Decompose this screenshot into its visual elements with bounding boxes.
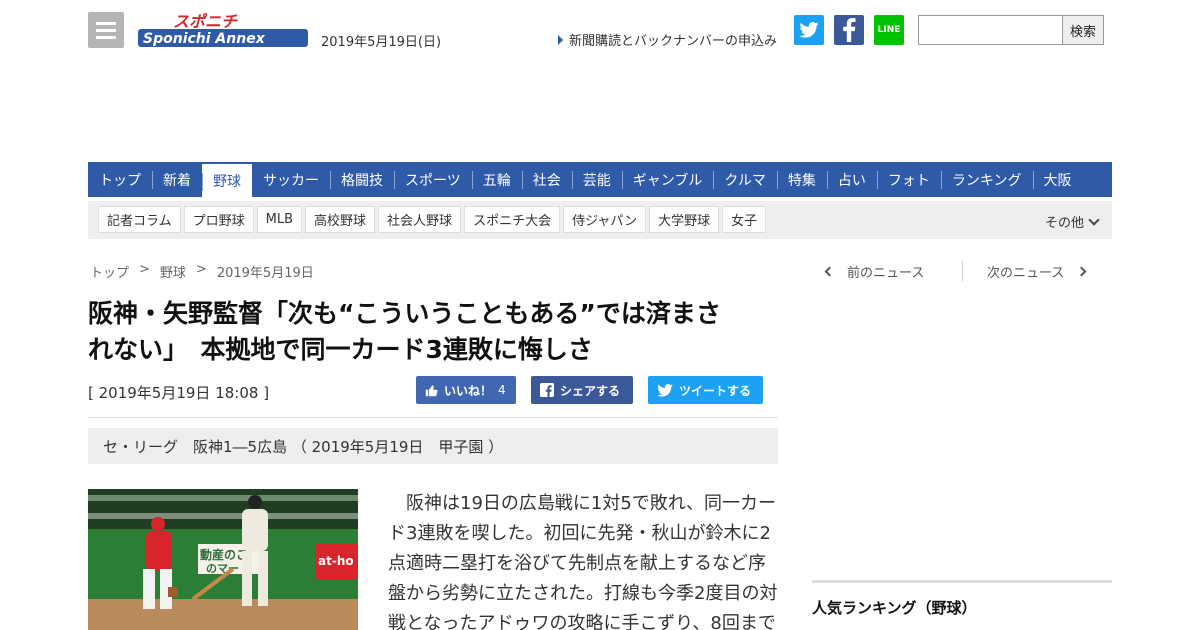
tweet-button[interactable]: ツイートする <box>648 376 763 404</box>
article-body: 阪神は19日の広島戦に1対5で敗れ、同一カード3連敗を喫した。初回に先発・秋山が… <box>388 493 778 630</box>
nav-item-society[interactable]: 社会 <box>521 162 572 197</box>
nav-item-gamble[interactable]: ギャンブル <box>621 162 714 197</box>
article-photo[interactable]: 動産のこ のマー at-ho <box>88 489 358 630</box>
like-button[interactable]: いいね！ 4 <box>416 376 516 404</box>
ad-sign-text-3: at-ho <box>318 554 354 568</box>
breadcrumb-separator: > <box>139 262 150 277</box>
subnav-pro-baseball[interactable]: プロ野球 <box>183 206 254 233</box>
ad-sign-text-2: のマー <box>206 562 239 575</box>
search-input[interactable] <box>918 15 1063 45</box>
pager-divider <box>962 261 963 281</box>
next-news-link[interactable]: 次のニュース <box>987 262 1087 281</box>
next-news-label: 次のニュース <box>987 266 1065 281</box>
facebook-share-button[interactable]: シェアする <box>531 376 633 404</box>
subnav-mlb[interactable]: MLB <box>256 206 303 233</box>
nav-item-baseball[interactable]: 野球 <box>202 164 252 197</box>
headline-line-2: れない」 本拠地で同一カード3連敗に悔しさ <box>88 335 593 364</box>
ad-sign-text: 動産のこ <box>200 547 248 562</box>
ranking-title: 人気ランキング（野球） <box>812 599 977 617</box>
nav-item-osaka[interactable]: 大阪 <box>1032 162 1083 197</box>
triangle-right-icon <box>558 34 563 45</box>
like-label: いいね！ <box>444 383 493 398</box>
subscribe-link[interactable]: 新聞購読とバックナンバーの申込み <box>558 30 777 49</box>
twitter-icon[interactable] <box>794 15 824 45</box>
divider <box>88 417 778 418</box>
chevron-down-icon <box>1088 213 1100 226</box>
thumbs-up-icon <box>425 384 438 396</box>
logo-top-text: スポニチ <box>173 12 238 31</box>
breadcrumb-top[interactable]: トップ <box>90 262 129 281</box>
chevron-left-icon <box>824 266 835 277</box>
prev-news-link[interactable]: 前のニュース <box>824 262 925 281</box>
breadcrumb-baseball[interactable]: 野球 <box>160 262 186 281</box>
prev-news-label: 前のニュース <box>847 266 925 281</box>
like-count: 4 <box>498 383 506 397</box>
subnav-women[interactable]: 女子 <box>722 206 767 233</box>
tweet-label: ツイートする <box>679 383 752 398</box>
main-nav: トップ 新着 野球 サッカー 格闘技 スポーツ 五輪 社会 芸能 ギャンブル ク… <box>88 162 1112 197</box>
sub-nav: 記者コラム プロ野球 MLB 高校野球 社会人野球 スポニチ大会 侍ジャパン 大… <box>88 201 1112 239</box>
nav-item-ranking[interactable]: ランキング <box>940 162 1033 197</box>
hamburger-icon[interactable] <box>88 12 124 48</box>
nav-item-fortune[interactable]: 占い <box>826 162 877 197</box>
nav-item-fighting[interactable]: 格闘技 <box>330 162 394 197</box>
logo-bottom-text: Sponichi Annex <box>143 31 266 47</box>
subnav-columns[interactable]: 記者コラム <box>98 206 181 233</box>
subnav-high-school[interactable]: 高校野球 <box>305 206 376 233</box>
twitter-icon <box>657 383 673 397</box>
subnav-sponichi-tournament[interactable]: スポニチ大会 <box>464 206 561 233</box>
nav-item-photo[interactable]: フォト <box>876 162 941 197</box>
nav-item-soccer[interactable]: サッカー <box>252 162 330 197</box>
game-info: セ・リーグ 阪神1―5広島 （ 2019年5月19日 甲子園 ） <box>88 428 778 464</box>
sponichi-logo[interactable]: スポニチ Sponichi Annex <box>138 10 308 50</box>
line-icon[interactable]: LINE <box>874 15 904 45</box>
subnav-industrial[interactable]: 社会人野球 <box>378 206 462 233</box>
breadcrumb-separator: > <box>195 262 207 277</box>
search-button[interactable]: 検索 <box>1062 15 1104 45</box>
subnav-other-dropdown[interactable]: その他 <box>1044 212 1100 231</box>
article-headline: 阪神・矢野監督「次も“こういうこともある”では済まさ れない」 本拠地で同一カー… <box>88 296 778 368</box>
facebook-icon[interactable] <box>834 15 864 45</box>
nav-item-new[interactable]: 新着 <box>152 162 202 197</box>
nav-item-entertainment[interactable]: 芸能 <box>571 162 622 197</box>
facebook-icon <box>540 383 554 397</box>
header-date: 2019年5月19日(日) <box>321 35 442 50</box>
subscribe-link-label: 新聞購読とバックナンバーの申込み <box>569 34 778 49</box>
nav-item-cars[interactable]: クルマ <box>713 162 777 197</box>
subnav-samurai-japan[interactable]: 侍ジャパン <box>563 206 647 233</box>
chevron-right-icon <box>1076 266 1087 277</box>
subnav-other-label: その他 <box>1044 216 1084 231</box>
subnav-college[interactable]: 大学野球 <box>649 206 720 233</box>
sidebar-divider <box>812 580 1112 583</box>
breadcrumb: トップ > 野球 > 2019年5月19日 <box>90 262 314 281</box>
headline-line-1: 阪神・矢野監督「次も“こういうこともある”では済まさ <box>88 299 721 328</box>
nav-item-olympics[interactable]: 五輪 <box>471 162 522 197</box>
share-label: シェアする <box>560 383 621 398</box>
publish-date: [ 2019年5月19日 18:08 ] <box>88 384 270 402</box>
nav-item-top[interactable]: トップ <box>88 162 152 197</box>
nav-item-features[interactable]: 特集 <box>776 162 827 197</box>
nav-item-sports[interactable]: スポーツ <box>394 162 472 197</box>
breadcrumb-date: 2019年5月19日 <box>216 266 314 281</box>
